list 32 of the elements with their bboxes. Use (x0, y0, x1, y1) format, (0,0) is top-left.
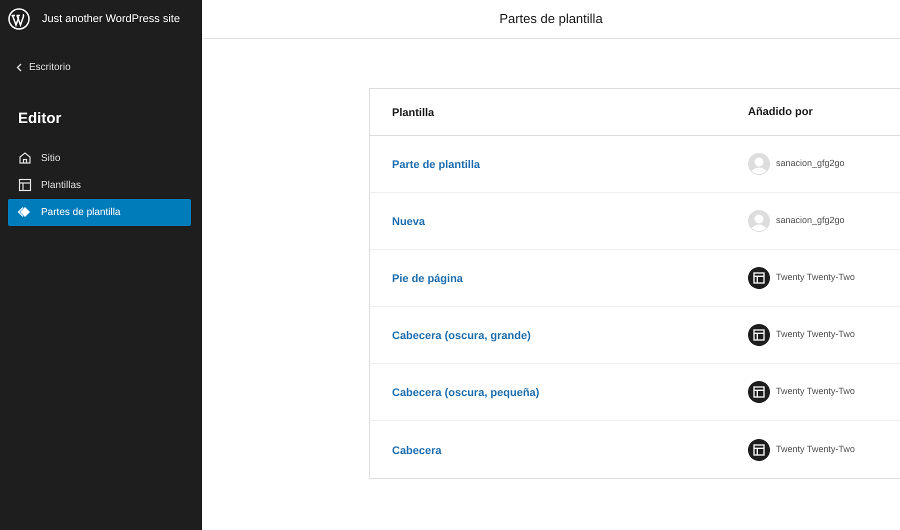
template-link[interactable]: Pie de página (392, 273, 463, 285)
page-title: Partes de plantilla (499, 10, 603, 28)
column-header: Añadido por (748, 104, 813, 120)
template-link[interactable]: Nueva (392, 216, 426, 228)
template-link[interactable]: Cabecera (oscura, grande) (392, 330, 531, 342)
author-name: Twenty Twenty-Two (776, 328, 855, 342)
sidebar-item[interactable]: Partes de plantilla (8, 198, 191, 226)
layout-icon (748, 267, 770, 289)
site-title: Just another WordPress site (42, 12, 180, 27)
author-name: sanacion_gfg2go (776, 157, 845, 170)
author-name: Twenty Twenty-Two (776, 442, 855, 456)
template-link[interactable]: Cabecera (oscura, pequeña) (392, 387, 540, 399)
template-link[interactable]: Cabecera (392, 444, 442, 456)
layout-icon (18, 178, 32, 192)
author-name: sanacion_gfg2go (776, 214, 845, 228)
layout-icon (748, 324, 770, 346)
sidebar-heading: Editor (18, 109, 62, 129)
avatar-icon (748, 210, 770, 232)
back-link[interactable]: Escritorio (16, 60, 71, 75)
wordpress-logo-icon[interactable] (8, 8, 30, 30)
author-name: Twenty Twenty-Two (776, 385, 855, 398)
sidebar-item[interactable]: Plantillas (8, 172, 191, 198)
column-header: Plantilla (392, 107, 434, 119)
avatar-icon (748, 153, 770, 175)
author-name: Twenty Twenty-Two (776, 271, 855, 284)
home-icon (18, 151, 32, 165)
template-link[interactable]: Parte de plantilla (392, 159, 480, 171)
diamond-icon (18, 205, 32, 219)
sidebar-item[interactable]: Sitio (8, 144, 191, 172)
layout-icon (748, 381, 770, 403)
layout-icon (748, 438, 770, 460)
chevron-left-icon (16, 63, 22, 72)
